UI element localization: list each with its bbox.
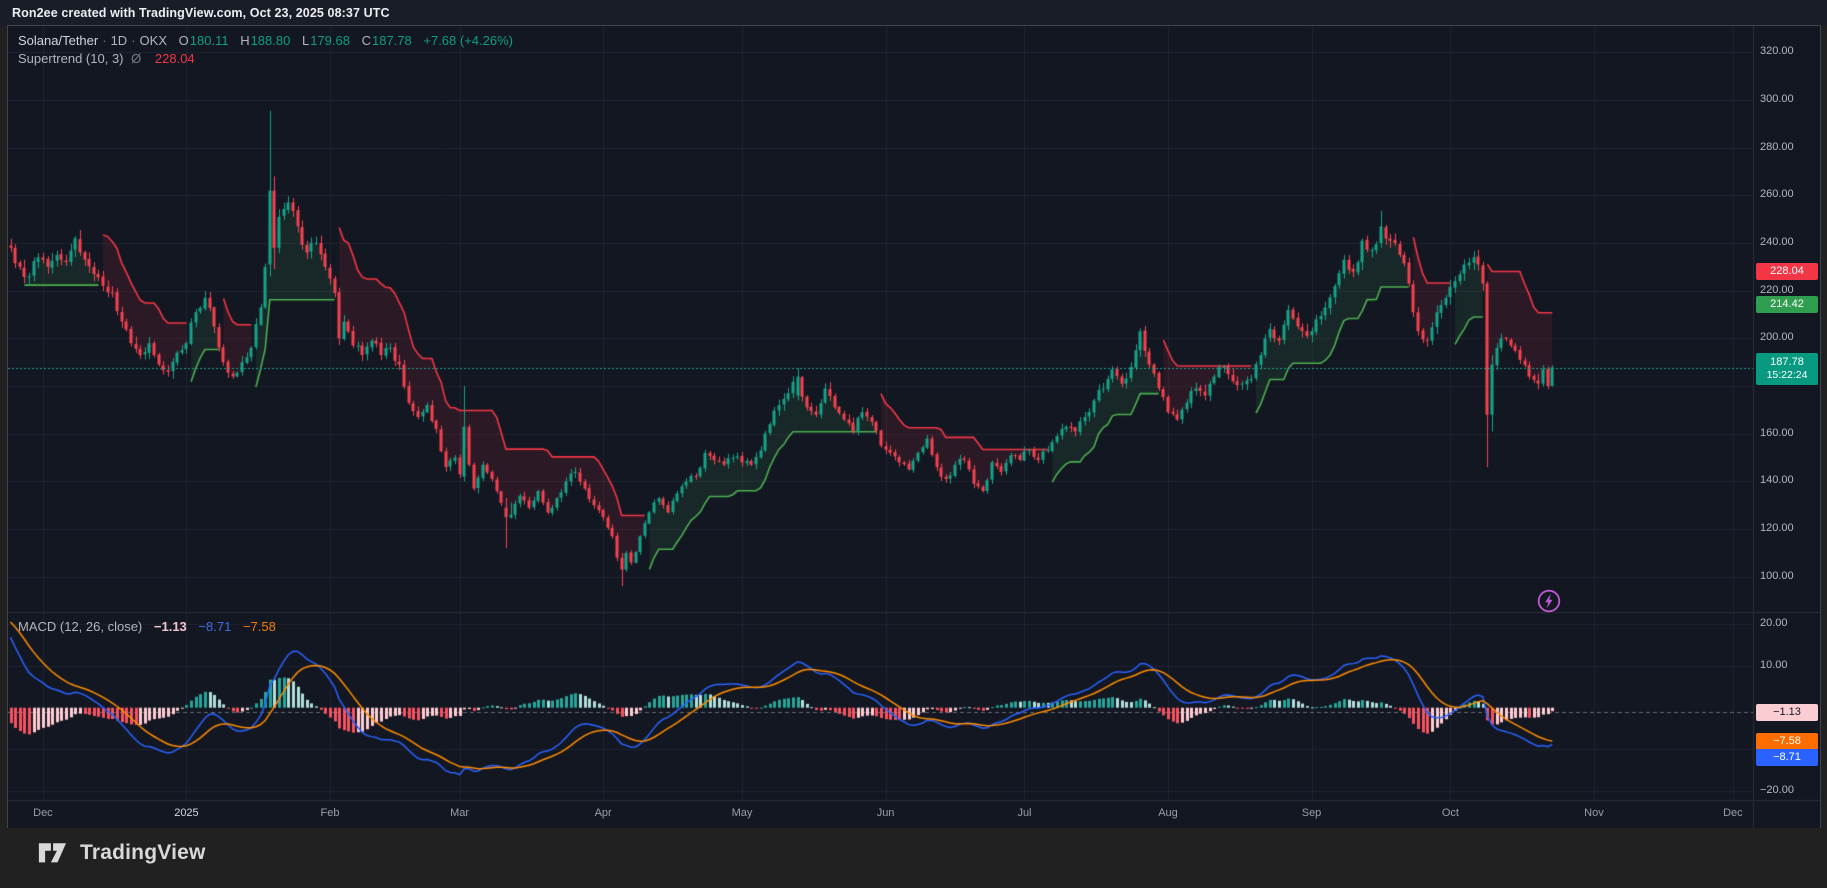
supertrend-value: 228.04: [155, 51, 195, 66]
macd-legend: MACD (12, 26, close) −1.13 −8.71 −7.58: [18, 618, 276, 636]
time-axis-label: Nov: [1584, 807, 1604, 819]
close-letter: C: [362, 33, 371, 48]
macd-tick-label: −20.00: [1760, 784, 1794, 796]
price-tick-label: 280.00: [1760, 141, 1794, 153]
lightning-bolt-icon[interactable]: [1536, 588, 1562, 614]
time-axis-label: Apr: [595, 807, 612, 819]
price-tick-label: 320.00: [1760, 45, 1794, 57]
attribution-text: Ron2ee created with TradingView.com, Oct…: [12, 6, 390, 20]
supertrend-legend-row[interactable]: Supertrend (10, 3) Ø 228.04: [18, 50, 513, 68]
price-tick-label: 220.00: [1760, 284, 1794, 296]
bar-countdown: 15:22:24: [1756, 369, 1818, 382]
time-axis-label: Sep: [1302, 807, 1322, 819]
high-value: 188.80: [251, 33, 291, 48]
open-letter: O: [179, 33, 189, 48]
open-value: 180.11: [190, 33, 229, 48]
price-tick-label: 100.00: [1760, 570, 1794, 582]
low-letter: L: [302, 33, 309, 48]
price-tick-label: 200.00: [1760, 331, 1794, 343]
macd-hist-badge: −1.13: [1756, 704, 1818, 721]
macd-tick-label: 10.00: [1760, 659, 1788, 671]
macd-title: MACD (12, 26, close): [18, 619, 142, 634]
close-value: 187.78: [372, 33, 412, 48]
macd-line-value: −8.71: [198, 619, 231, 634]
supertrend-avg-symbol: Ø: [127, 51, 145, 66]
supertrend-up-value-badge: 214.42: [1756, 296, 1818, 313]
price-tick-label: 260.00: [1760, 188, 1794, 200]
price-tick-label: 120.00: [1760, 522, 1794, 534]
time-axis-label: May: [732, 807, 753, 819]
macd-signal-badge: −7.58: [1756, 733, 1818, 750]
time-axis-label: Jul: [1017, 807, 1031, 819]
change-value: +7.68 (+4.26%): [423, 33, 513, 48]
supertrend-value-badge: 228.04: [1756, 263, 1818, 280]
legend-separator2: ·: [127, 33, 139, 48]
attribution-bar: Ron2ee created with TradingView.com, Oct…: [0, 0, 1827, 26]
macd-tick-label: 20.00: [1760, 617, 1788, 629]
tradingview-snapshot: Ron2ee created with TradingView.com, Oct…: [0, 0, 1827, 888]
time-axis-label: Dec: [1723, 807, 1743, 819]
tradingview-logo-text: TradingView: [80, 841, 206, 865]
price-tick-label: 300.00: [1760, 93, 1794, 105]
low-value: 179.68: [310, 33, 350, 48]
price-tick-label: 140.00: [1760, 474, 1794, 486]
time-axis-label: Aug: [1158, 807, 1178, 819]
exchange-label: OKX: [140, 33, 167, 48]
high-letter: H: [240, 33, 249, 48]
symbol-legend-row[interactable]: Solana/Tether·1D·OKX O180.11 H188.80 L17…: [18, 32, 513, 50]
macd-legend-row[interactable]: MACD (12, 26, close) −1.13 −8.71 −7.58: [18, 618, 276, 636]
tradingview-logo-icon: [38, 840, 70, 866]
supertrend-title: Supertrend (10, 3): [18, 51, 124, 66]
time-axis-label: Feb: [320, 807, 339, 819]
time-axis-label: Mar: [450, 807, 469, 819]
time-axis-label: Dec: [33, 807, 53, 819]
macd-line-badge: −8.71: [1756, 749, 1818, 766]
last-price-badge: 187.78 15:22:24: [1756, 353, 1818, 385]
symbol-title: Solana/Tether: [18, 33, 98, 48]
chart-canvas[interactable]: [8, 26, 1820, 828]
time-axis-label: Jun: [877, 807, 895, 819]
price-tick-label: 160.00: [1760, 427, 1794, 439]
time-axis-label: Oct: [1442, 807, 1459, 819]
footer: TradingView: [0, 828, 1827, 888]
price-tick-label: 240.00: [1760, 236, 1794, 248]
symbol-legend: Solana/Tether·1D·OKX O180.11 H188.80 L17…: [18, 32, 513, 68]
chart-frame: Solana/Tether·1D·OKX O180.11 H188.80 L17…: [8, 26, 1820, 828]
macd-hist-value: −1.13: [154, 619, 187, 634]
macd-signal-value: −7.58: [243, 619, 276, 634]
tradingview-logo[interactable]: TradingView: [38, 840, 206, 866]
legend-separator: ·: [98, 33, 110, 48]
time-axis-label: 2025: [174, 807, 198, 819]
interval-label: 1D: [111, 33, 128, 48]
